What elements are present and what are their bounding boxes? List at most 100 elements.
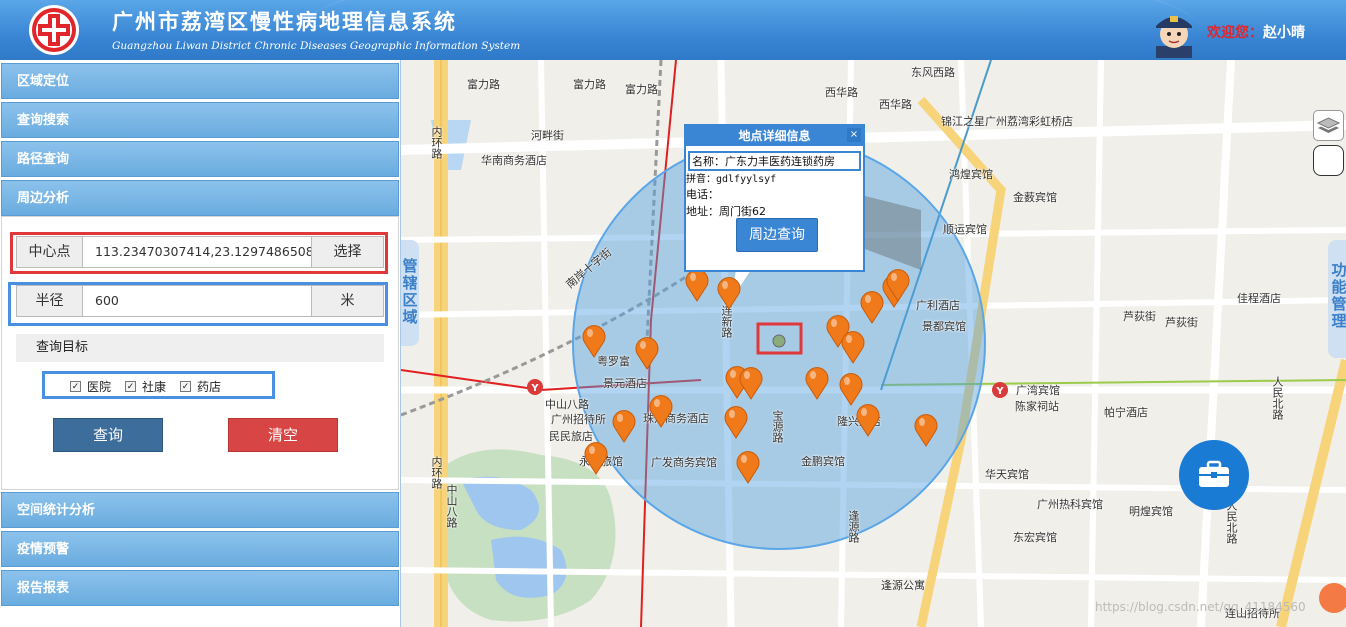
select-center-button[interactable]: 选择 xyxy=(311,237,383,267)
popup-phone-row: 电话： xyxy=(686,186,719,202)
center-point-input[interactable]: 113.23470307414,23.1297486508 xyxy=(95,237,314,267)
function-manage-tab[interactable]: 功能管理 xyxy=(1328,240,1346,358)
welcome-text: 欢迎您：赵小晴 xyxy=(1207,22,1305,42)
radius-unit: 米 xyxy=(311,286,383,316)
radius-label: 半径 xyxy=(17,286,83,316)
query-target-label: 查询目标 xyxy=(16,334,384,362)
menu-route-query[interactable]: 路径查询 xyxy=(1,141,399,177)
app-title: 广州市荔湾区慢性病地理信息系统 xyxy=(112,9,457,34)
map-label-44: 逢源路 xyxy=(847,510,860,543)
poi-marker-icon[interactable] xyxy=(648,394,674,428)
poi-marker-icon[interactable] xyxy=(885,268,911,302)
map-label-14: 景都宾馆 xyxy=(922,320,966,333)
menu-search[interactable]: 查询搜索 xyxy=(1,102,399,138)
poi-marker-icon[interactable] xyxy=(804,366,830,400)
map-label-33: 明煌宾馆 xyxy=(1129,505,1173,518)
target-checkbox-group: ✓ 医院 ✓ 社康 ✓ 药店 xyxy=(70,378,235,395)
place-detail-popup: 地点详细信息 × 名称：广东力丰医药连锁药房 拼音：gdlfyylsyf 电话：… xyxy=(684,124,865,272)
map-label-12: 顺运宾馆 xyxy=(943,223,987,236)
map-label-2: 富力路 xyxy=(467,78,500,91)
map-label-21: 广州招待所 xyxy=(551,413,606,426)
popup-close-icon[interactable]: × xyxy=(847,128,861,142)
menu-region-locate[interactable]: 区域定位 xyxy=(1,63,399,99)
checkbox-community-health-label: 社康 xyxy=(142,380,167,394)
map-label-20: 中山八路 xyxy=(545,398,589,411)
poi-marker-icon[interactable] xyxy=(583,441,609,475)
popup-address-row: 地址：周门街62 xyxy=(686,203,766,219)
map-tool-button[interactable] xyxy=(1313,145,1344,176)
checkbox-pharmacy[interactable]: ✓ 药店 xyxy=(180,378,221,395)
map-view[interactable]: Y Y 东风西路 富力路 富力路 富力路 西华路 西华路 锦江之星广州荔湾彩虹桥… xyxy=(401,60,1346,627)
jurisdiction-tab[interactable]: 管辖区域 xyxy=(401,240,419,346)
popup-address-label: 地址： xyxy=(686,205,719,218)
scroll-top-button[interactable] xyxy=(1319,583,1346,613)
map-label-38: 内环路 xyxy=(430,456,443,489)
popup-name-row: 名称：广东力丰医药连锁药房 xyxy=(688,151,861,171)
nearby-query-button[interactable]: 周边查询 xyxy=(736,218,818,252)
popup-name-value: 广东力丰医药连锁药房 xyxy=(725,155,835,168)
map-label-9: 华南商务酒店 xyxy=(481,154,547,167)
map-label-3: 富力路 xyxy=(573,78,606,91)
poi-marker-icon[interactable] xyxy=(838,372,864,406)
popup-address-value: 周门街62 xyxy=(719,205,766,218)
medical-cross-logo-icon xyxy=(29,5,79,55)
checkbox-community-health[interactable]: ✓ 社康 xyxy=(125,378,166,395)
poi-marker-icon[interactable] xyxy=(855,403,881,437)
map-label-17: 芦荻街 xyxy=(1165,316,1198,329)
check-icon: ✓ xyxy=(70,381,81,392)
map-label-8: 河畔街 xyxy=(531,129,564,142)
watermark-url: https://blog.csdn.net/qq_41184560 xyxy=(1095,600,1306,614)
map-label-32: 广州热科宾馆 xyxy=(1037,498,1103,511)
menu-reports[interactable]: 报告报表 xyxy=(1,570,399,606)
radius-input[interactable]: 600 xyxy=(95,286,119,316)
map-label-40: 人民北路 xyxy=(1271,376,1284,420)
map-label-35: 逢源公寓 xyxy=(881,579,925,592)
radius-field[interactable]: 半径 600 米 xyxy=(16,285,384,317)
toolbox-icon xyxy=(1199,460,1229,487)
popup-phone-label: 电话： xyxy=(686,188,719,201)
clear-button[interactable]: 清空 xyxy=(228,418,338,452)
map-label-7: 锦江之星广州荔湾彩虹桥店 xyxy=(941,115,1073,128)
user-name[interactable]: 赵小晴 xyxy=(1263,25,1305,41)
menu-spatial-statistics[interactable]: 空间统计分析 xyxy=(1,492,399,528)
popup-title: 地点详细信息 xyxy=(686,126,863,146)
app-header: 广州市荔湾区慢性病地理信息系统 Guangzhou Liwan District… xyxy=(0,0,1346,60)
map-label-34: 东宏宾馆 xyxy=(1013,531,1057,544)
checkbox-hospital[interactable]: ✓ 医院 xyxy=(70,378,111,395)
map-label-5: 西华路 xyxy=(825,86,858,99)
poi-marker-icon[interactable] xyxy=(723,405,749,439)
menu-nearby-analysis[interactable]: 周边分析 xyxy=(1,180,399,216)
check-icon: ✓ xyxy=(125,381,137,392)
map-label-31: 华天宾馆 xyxy=(985,468,1029,481)
poi-marker-icon[interactable] xyxy=(913,413,939,447)
poi-marker-icon[interactable] xyxy=(611,409,637,443)
layers-button[interactable] xyxy=(1313,110,1344,141)
map-label-26: 金鹏宾馆 xyxy=(801,455,845,468)
poi-marker-icon[interactable] xyxy=(581,324,607,358)
map-label-1: 东风西路 xyxy=(911,66,955,79)
menu-epidemic-warning[interactable]: 疫情预警 xyxy=(1,531,399,567)
police-avatar-icon[interactable] xyxy=(1148,6,1200,58)
poi-marker-icon[interactable] xyxy=(840,330,866,364)
checkbox-hospital-label: 医院 xyxy=(87,380,112,394)
map-label-30: 帕宁酒店 xyxy=(1104,406,1148,419)
poi-marker-icon[interactable] xyxy=(634,336,660,370)
svg-text:Y: Y xyxy=(530,383,539,394)
map-label-43: 宝源路 xyxy=(771,410,784,443)
poi-marker-icon[interactable] xyxy=(735,450,761,484)
map-label-10: 鸿煌宾馆 xyxy=(949,168,993,181)
center-point-field[interactable]: 中心点 113.23470307414,23.1297486508 选择 xyxy=(16,236,384,268)
map-label-19: 景元酒店 xyxy=(603,377,647,390)
map-label-11: 金薮宾馆 xyxy=(1013,191,1057,204)
map-label-16: 芦荻街 xyxy=(1123,310,1156,323)
poi-marker-icon[interactable] xyxy=(684,268,710,302)
welcome-label: 欢迎您： xyxy=(1207,25,1263,41)
toolbox-button[interactable] xyxy=(1179,440,1249,510)
query-button[interactable]: 查询 xyxy=(53,418,163,452)
popup-pinyin-label: 拼音： xyxy=(686,174,716,185)
popup-pinyin-row: 拼音：gdlfyylsyf xyxy=(686,170,776,185)
poi-marker-icon[interactable] xyxy=(716,276,742,310)
center-point-label: 中心点 xyxy=(17,237,83,267)
poi-marker-icon[interactable] xyxy=(738,366,764,400)
map-label-25: 广发商务宾馆 xyxy=(651,456,717,469)
